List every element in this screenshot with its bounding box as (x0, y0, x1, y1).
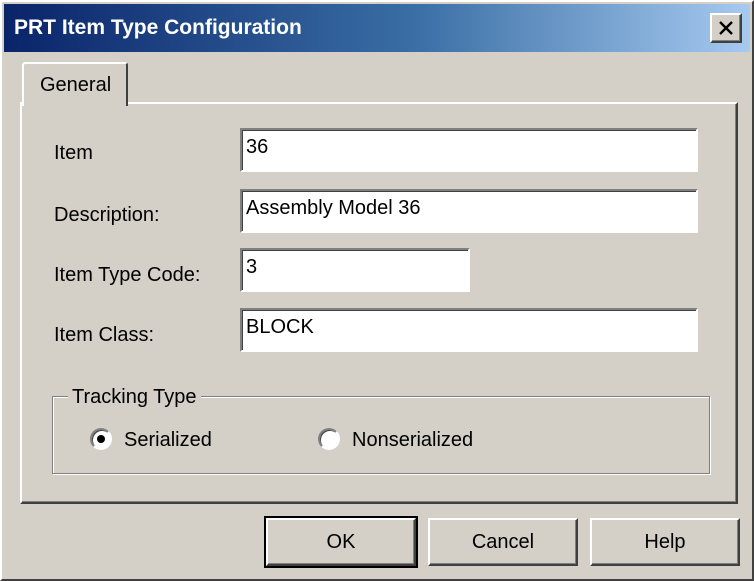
title-bar[interactable]: PRT Item Type Configuration (4, 4, 750, 52)
cancel-button[interactable]: Cancel (428, 518, 578, 566)
serialized-radio[interactable] (90, 428, 112, 450)
tracking-type-title: Tracking Type (68, 386, 201, 409)
serialized-label[interactable]: Serialized (124, 429, 212, 452)
radio-selected-icon (97, 435, 105, 443)
item-class-label: Item Class: (54, 324, 155, 346)
tab-general-label: General (40, 74, 112, 96)
tab-general[interactable]: General (22, 62, 128, 106)
close-icon (719, 21, 733, 35)
dialog-window: PRT Item Type Configuration General Item… (0, 0, 754, 581)
close-button[interactable] (710, 13, 742, 43)
item-class-field[interactable]: BLOCK (240, 308, 698, 352)
nonserialized-label[interactable]: Nonserialized (352, 429, 473, 452)
item-type-code-label: Item Type Code: (54, 264, 201, 286)
help-button[interactable]: Help (590, 518, 740, 566)
nonserialized-radio[interactable] (318, 428, 340, 450)
window-title: PRT Item Type Configuration (14, 16, 302, 39)
ok-button[interactable]: OK (264, 516, 418, 568)
item-field[interactable]: 36 (240, 128, 698, 172)
item-type-code-field[interactable]: 3 (240, 248, 470, 292)
item-label: Item (54, 142, 93, 164)
description-label: Description: (54, 204, 160, 226)
description-field[interactable]: Assembly Model 36 (240, 189, 698, 233)
